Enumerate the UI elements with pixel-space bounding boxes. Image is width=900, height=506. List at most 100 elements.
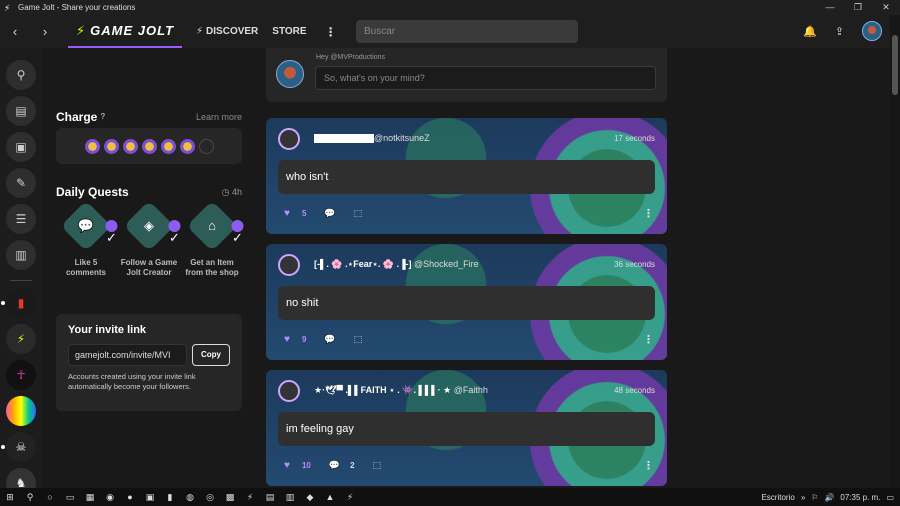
quest-item[interactable]: 💬 ✓ Like 5 comments (56, 200, 118, 278)
more-menu-icon[interactable]: ⋮ (325, 25, 337, 39)
feed-post[interactable]: ★·🕊▀ .▌▌FAITH ⋆ . 👾. ▌▌▌· ★ @Faithh 48 s… (266, 370, 667, 486)
post-author[interactable]: @notkitsuneZ (314, 133, 430, 144)
taskbar-app-icon[interactable]: ▭ (60, 492, 80, 503)
taskbar-app-icon[interactable]: ▮ (160, 492, 180, 503)
help-icon[interactable]: ? (100, 110, 105, 124)
post-actions: ♥ 5 💬 ⬚ ⋮ (284, 207, 654, 220)
taskbar-app-icon[interactable]: ◍ (180, 492, 200, 503)
discover-link[interactable]: ⚡ DISCOVER (196, 26, 258, 37)
post-time: 36 seconds (614, 260, 655, 269)
rail-game-2-icon[interactable]: ⚡ (6, 324, 36, 354)
rail-chat-icon[interactable]: ☰ (6, 204, 36, 234)
like-heart-icon[interactable]: ♥ (284, 460, 290, 471)
composer-avatar[interactable] (276, 60, 304, 88)
like-heart-icon[interactable]: ♥ (284, 208, 290, 219)
tray-volume-icon[interactable]: 🔊 (824, 493, 834, 502)
taskbar-search-icon[interactable]: ⚲ (20, 492, 40, 503)
notification-center-icon[interactable]: ▭ (886, 493, 894, 502)
taskbar-app-icon[interactable]: ◆ (300, 492, 320, 503)
tray-chevron-icon[interactable]: » (801, 493, 805, 502)
window-title: Game Jolt - Share your creations (18, 3, 136, 12)
quick-create-icon[interactable]: ⇪ (835, 25, 844, 38)
comment-icon[interactable]: 💬 (324, 334, 335, 345)
taskbar-app-icon[interactable]: ◎ (200, 492, 220, 503)
post-more-icon[interactable]: ⋮ (643, 459, 654, 472)
page-scrollbar[interactable] (890, 15, 900, 488)
check-icon: ✓ (105, 220, 118, 245)
window-controls: — ❐ ✕ (816, 2, 900, 13)
comment-icon[interactable]: 💬 (329, 460, 340, 471)
taskbar-app-icon[interactable]: ▩ (220, 492, 240, 503)
rail-library-icon[interactable]: ▥ (6, 240, 36, 270)
post-more-icon[interactable]: ⋮ (643, 333, 654, 346)
taskbar-app-icon[interactable]: ▤ (260, 492, 280, 503)
feed-post[interactable]: @notkitsuneZ 17 seconds who isn't ♥ 5 💬 … (266, 118, 667, 234)
charge-orb-icon (122, 138, 138, 154)
search-input[interactable]: Buscar (356, 20, 578, 43)
post-text: no shit (278, 286, 655, 320)
rail-store-icon[interactable]: ▤ (6, 96, 36, 126)
quest-label: Like 5 comments (65, 258, 106, 277)
task-view-icon[interactable]: ○ (40, 492, 60, 502)
charge-orb-icon (179, 138, 195, 154)
rail-divider (10, 280, 32, 281)
tray-network-icon[interactable]: ⚐ (811, 493, 818, 502)
composer-input[interactable]: So, what's on your mind? (315, 66, 656, 90)
minimize-icon[interactable]: — (816, 2, 844, 13)
rail-active-dot (1, 301, 5, 305)
invite-url-field[interactable]: gamejolt.com/invite/MVI (68, 344, 187, 366)
quest-timer: ◷ 4h (221, 187, 242, 197)
learn-more-link[interactable]: Learn more (196, 110, 242, 124)
brand-logo[interactable]: ⚡ GAME JOLT (68, 15, 183, 48)
desktop-label[interactable]: Escritorio (761, 493, 794, 502)
rail-backpack-icon[interactable]: ▣ (6, 132, 36, 162)
rail-game-4-icon[interactable] (6, 396, 36, 426)
scrollbar-thumb[interactable] (892, 35, 898, 95)
quest-item[interactable]: ◈ ✓ Follow a Game Jolt Creator (119, 200, 181, 278)
rail-game-1-icon[interactable]: ▮ (6, 288, 36, 318)
taskbar-app-icon[interactable]: ⚡ (240, 492, 260, 503)
notifications-bell-icon[interactable]: 🔔 (803, 25, 817, 38)
clock[interactable]: 07:35 p. m. (840, 493, 880, 502)
back-arrow-icon[interactable]: ‹ (0, 24, 30, 39)
taskbar-app-icon[interactable]: ▦ (80, 492, 100, 503)
forward-arrow-icon[interactable]: › (30, 24, 60, 39)
rail-game-5-icon[interactable]: ☠ (6, 432, 36, 462)
rail-profile-icon[interactable]: ⚲ (6, 60, 36, 90)
taskbar-app-icon[interactable]: ▲ (320, 492, 340, 502)
quest-item[interactable]: ⌂ ✓ Get an Item from the shop (182, 200, 244, 278)
check-icon: ✓ (231, 220, 244, 245)
charge-title: Charge (56, 110, 98, 124)
taskbar-app-icon[interactable]: ▥ (280, 492, 300, 503)
share-icon[interactable]: ⬚ (373, 460, 382, 471)
comment-icon[interactable]: 💬 (324, 208, 335, 219)
post-author[interactable]: [-▌. 🌸 .⋆Fear⋆. 🌸 .▐-] @Shocked_Fire (314, 259, 479, 270)
close-icon[interactable]: ✕ (872, 2, 900, 13)
post-avatar[interactable] (278, 254, 300, 276)
charge-orb-icon (103, 138, 119, 154)
invite-description: Accounts created using your invite link … (68, 372, 196, 391)
rail-game-3-icon[interactable]: ☥ (6, 360, 36, 390)
post-avatar[interactable] (278, 380, 300, 402)
system-tray: Escritorio » ⚐ 🔊 07:35 p. m. ▭ (761, 493, 900, 502)
rail-tools-icon[interactable]: ✎ (6, 168, 36, 198)
post-author[interactable]: ★·🕊▀ .▌▌FAITH ⋆ . 👾. ▌▌▌· ★ @Faithh (314, 385, 488, 396)
post-avatar[interactable] (278, 128, 300, 150)
share-icon[interactable]: ⬚ (354, 334, 363, 345)
maximize-icon[interactable]: ❐ (844, 2, 872, 13)
like-heart-icon[interactable]: ♥ (284, 334, 290, 345)
gamejolt-logo-icon: ⚡ (4, 2, 11, 13)
post-text: im feeling gay (278, 412, 655, 446)
share-icon[interactable]: ⬚ (354, 208, 363, 219)
taskbar-gamejolt-icon[interactable]: ⚡ (340, 492, 360, 503)
windows-start-icon[interactable]: ⊞ (0, 492, 20, 503)
taskbar-app-icon[interactable]: ▣ (140, 492, 160, 503)
composer-greeting: Hey @MVProductions (316, 54, 385, 61)
feed-post[interactable]: [-▌. 🌸 .⋆Fear⋆. 🌸 .▐-] @Shocked_Fire 36 … (266, 244, 667, 360)
taskbar-app-icon[interactable]: ● (120, 492, 140, 502)
post-more-icon[interactable]: ⋮ (643, 207, 654, 220)
user-avatar[interactable] (862, 21, 882, 41)
copy-button[interactable]: Copy (192, 344, 230, 366)
taskbar-app-icon[interactable]: ◉ (100, 492, 120, 503)
store-link[interactable]: STORE (272, 26, 306, 37)
